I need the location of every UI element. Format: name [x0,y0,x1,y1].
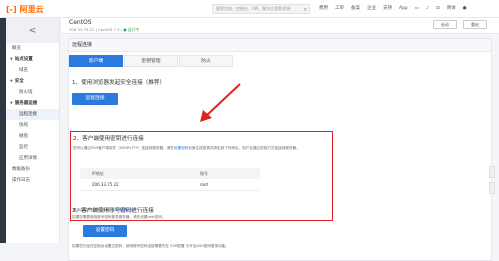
instance-title: CentOS [69,19,92,26]
ip-table-header: IP地址 账号 [80,168,260,179]
set-password-button[interactable]: 设置密码 [83,225,127,237]
tab-client[interactable]: 客户端 [69,55,123,67]
logo-text: 阿里云 [19,4,44,14]
bell-icon[interactable]: ♪ [426,4,429,14]
sidebar-item-label: 概览 [12,46,21,51]
sidebar-item-2[interactable]: 域名 [6,65,59,76]
set-password-link[interactable]: 设置密码 [174,146,188,150]
panel-title: 远程连接 [69,39,491,52]
sidebar-item-label: 防火墙 [19,90,33,95]
instance-subtitle: 206.33.75.22 | CentOS 7.3 | ● 运行中 [69,27,139,33]
sidebar-item-label: 数据备份 [12,167,30,172]
table-row: 206.33.75.22 root [80,179,260,191]
caret-down-icon: ▼ [10,79,13,83]
chevron-left-icon: < [28,25,37,36]
section3-desc: 如果您需要使用账号密码登录服务器，请先设置root密码。 [72,215,166,219]
search-icon[interactable]: ⌕ [304,6,307,13]
sidebar-item-12[interactable]: 操作日志 [6,175,59,186]
remote-connect-button[interactable]: 远程连接 [72,93,118,105]
section1-title: 1、使用浏览器发起安全连接（推荐） [72,80,166,86]
restart-button[interactable]: 重启 [463,20,487,29]
sidebar-item-7[interactable]: 快照 [6,120,59,131]
sidebar-item-6[interactable]: 远程连接 [6,109,59,120]
sidebar-item-5[interactable]: ▼ 服务器运维 [6,98,59,109]
feedback-button[interactable] [489,166,495,178]
logo-mark: [-] [6,4,17,14]
nav-fees[interactable]: 费用 [319,4,328,14]
caret-down-icon: ▼ [10,101,13,105]
section3-title: 3、客户端使用账号密码进行连接 [72,208,154,214]
status-badge: ● 运行中 [123,27,140,32]
search-placeholder: 搜索文档、控制台、API、解决方案和资源 [216,6,291,11]
sidebar-item-label: 域名 [19,68,28,73]
instance-header: CentOS 206.33.75.22 | CentOS 7.3 | ● 运行中… [61,18,499,34]
section3-footer: 如果您已经在控制台设置过密码，使用账号密码连接需要先在 SSH配置 中开启SSH… [72,244,229,248]
back-button[interactable]: < [6,18,59,43]
sidebar-item-11[interactable]: 数据备份 [6,164,59,175]
terminal-icon[interactable]: ▭ [415,4,419,14]
aliyun-logo[interactable]: [-] 阿里云 [6,4,44,14]
section2-desc-prefix: 您可以通过SSH客户端软件（SSHPuTTY）连接到服务器，请在 [73,146,174,150]
start-button[interactable]: 启动 [433,20,457,29]
col-account: 账号 [200,171,208,176]
section2-title: 2、客户端使用密钥进行连接 [73,136,144,142]
nav-tickets[interactable]: 工单 [335,4,344,14]
avatar[interactable]: ● [463,4,467,14]
ip-table: IP地址 账号 206.33.75.22 root [80,168,260,198]
sidebar-item-label: 站点设置 [14,57,33,62]
section2-desc-suffix: 页面生成密钥并绑定到下列地址，用户名通过密钥方式连接到服务器。 [188,146,300,150]
sidebar-item-1[interactable]: ▼ 站点设置 [6,54,59,65]
sidebar-item-label: 操作日志 [12,178,30,183]
nav-record[interactable]: 备案 [351,4,360,14]
sidebar-item-0[interactable]: 概览 [6,43,59,54]
tab-firewall[interactable]: 防火 [179,55,233,67]
cart-icon[interactable]: ⊡ [436,4,440,14]
sidebar-item-label: 监控 [19,145,28,150]
nav-app[interactable]: App [399,4,408,14]
main-content: CentOS 206.33.75.22 | CentOS 7.3 | ● 运行中… [61,18,499,261]
sidebar-item-label: 应用详情 [19,156,37,161]
sidebar-item-3[interactable]: ▼ 安全 [6,76,59,87]
cell-account: root [200,182,209,187]
tab-bar: 客户端 密钥管理 防火 [69,55,493,67]
sidebar: < 概览 ▼ 站点设置 域名 ▼ 安全 防火墙 ▼ 服务器运维 远程连接 快照 磁盘 监控 应用详情 数据备… [6,18,60,243]
sidebar-item-8[interactable]: 磁盘 [6,131,59,142]
help-button[interactable] [489,182,495,194]
sidebar-item-label: 快照 [19,123,28,128]
language-label[interactable]: 简体 [447,4,456,14]
caret-down-icon: ▼ [10,57,13,61]
tab-key-management[interactable]: 密钥管理 [124,55,178,67]
instance-info: 206.33.75.22 | CentOS 7.3 | [69,27,124,32]
col-ip: IP地址 [92,171,104,176]
cell-ip: 206.33.75.22 [92,182,119,187]
nav-enterprise[interactable]: 企业 [367,4,376,14]
section2-desc: 您可以通过SSH客户端软件（SSHPuTTY）连接到服务器，请在设置密码页面生成… [73,146,300,151]
sidebar-item-9[interactable]: 监控 [6,142,59,153]
sidebar-item-4[interactable]: 防火墙 [6,87,59,98]
remote-connect-panel: 远程连接 客户端 密钥管理 防火 1、使用浏览器发起安全连接（推荐） 远程连接 … [68,38,492,261]
sidebar-item-label: 磁盘 [19,134,28,139]
global-search-input[interactable]: 搜索文档、控制台、API、解决方案和资源 ⌕ [212,4,310,14]
top-navbar: [-] 阿里云 搜索文档、控制台、API、解决方案和资源 ⌕ 费用 工单 备案 … [0,0,499,18]
sidebar-item-label: 服务器运维 [14,101,38,106]
nav-support[interactable]: 支持 [383,4,392,14]
top-nav-links: 费用 工单 备案 企业 支持 App ▭ ♪ ⊡ 简体 ● [319,4,467,14]
sidebar-item-label: 安全 [14,79,24,84]
sidebar-item-label: 远程连接 [19,112,37,117]
sidebar-item-10[interactable]: 应用详情 [6,153,59,164]
